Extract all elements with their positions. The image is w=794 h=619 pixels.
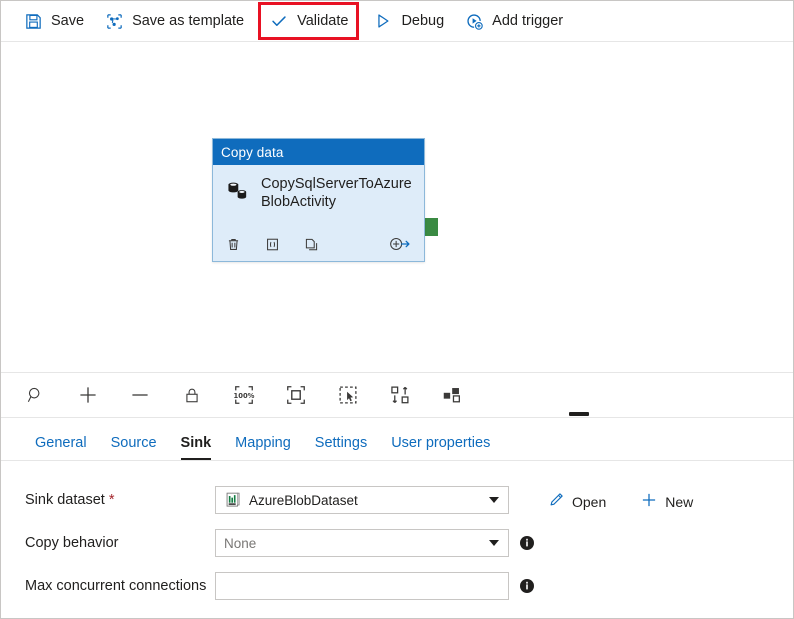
open-dataset-label: Open <box>572 493 607 510</box>
command-toolbar: Save Save as template Validate Debug Add… <box>1 1 793 42</box>
checkmark-icon <box>269 11 289 31</box>
save-as-template-label: Save as template <box>132 13 245 29</box>
pencil-icon <box>547 491 565 512</box>
tab-settings[interactable]: Settings <box>303 435 379 460</box>
zoom-100-icon[interactable]: 100% <box>231 382 257 408</box>
azure-data-factory-pipeline-editor: Save Save as template Validate Debug Add… <box>0 0 794 619</box>
clone-icon[interactable] <box>303 236 320 253</box>
sink-properties-form: Sink dataset * AzureBlobDataset Open New… <box>1 461 793 618</box>
layout-icon[interactable] <box>439 382 465 408</box>
node-body: CopySqlServerToAzureBlobActivity <box>213 165 424 211</box>
sink-dataset-label: Sink dataset * <box>25 486 215 511</box>
max-concurrent-connections-input[interactable] <box>215 572 509 600</box>
debug-button[interactable]: Debug <box>363 1 454 41</box>
sink-dataset-row: Sink dataset * AzureBlobDataset Open New <box>1 486 793 515</box>
plus-icon <box>640 491 658 512</box>
save-button-label: Save <box>51 13 85 29</box>
node-header-label: Copy data <box>221 144 284 160</box>
database-copy-icon <box>225 178 251 211</box>
select-region-icon[interactable] <box>335 382 361 408</box>
save-as-template-icon <box>104 11 124 31</box>
sink-dataset-select[interactable]: AzureBlobDataset <box>215 486 509 514</box>
validate-button-label: Validate <box>297 13 349 29</box>
activity-properties-tabs: General Source Sink Mapping Settings Use… <box>1 418 793 461</box>
panel-resize-handle[interactable] <box>569 412 589 416</box>
sink-dataset-label-text: Sink dataset <box>25 492 105 508</box>
chevron-down-icon <box>489 540 499 546</box>
chevron-down-icon <box>489 497 499 503</box>
save-icon <box>23 11 43 31</box>
add-output-icon[interactable] <box>388 235 412 253</box>
canvas-toolstrip: 100% <box>1 373 793 418</box>
delete-icon[interactable] <box>225 236 242 253</box>
add-trigger-button[interactable]: Add trigger <box>454 1 573 41</box>
lock-icon[interactable] <box>179 382 205 408</box>
node-output-connector[interactable] <box>425 218 438 236</box>
auto-align-icon[interactable] <box>387 382 413 408</box>
tab-sink[interactable]: Sink <box>169 435 224 460</box>
copy-data-activity-node[interactable]: Copy data CopySqlServerToAzureBlobActivi… <box>212 138 425 262</box>
debug-button-label: Debug <box>401 13 445 29</box>
max-concurrent-connections-row: Max concurrent connections <box>1 572 793 612</box>
tab-mapping[interactable]: Mapping <box>223 435 303 460</box>
play-triangle-icon <box>373 11 393 31</box>
sink-dataset-value: AzureBlobDataset <box>249 492 358 508</box>
tab-general[interactable]: General <box>23 435 99 460</box>
pipeline-canvas[interactable]: Copy data CopySqlServerToAzureBlobActivi… <box>1 42 793 373</box>
max-concurrent-connections-field <box>215 572 509 600</box>
max-concurrent-connections-label: Max concurrent connections <box>25 578 207 594</box>
node-header: Copy data <box>213 139 424 165</box>
save-as-template-button[interactable]: Save as template <box>94 1 254 41</box>
tab-user-properties[interactable]: User properties <box>379 435 502 460</box>
new-dataset-label: New <box>665 493 694 510</box>
save-button[interactable]: Save <box>13 1 94 41</box>
zoom-to-fit-icon[interactable] <box>283 382 309 408</box>
tab-general-label: General <box>35 435 87 451</box>
tab-source-label: Source <box>110 435 157 451</box>
required-marker: * <box>108 492 115 508</box>
copy-behavior-info-icon[interactable] <box>519 535 535 551</box>
zoom-out-icon[interactable] <box>127 382 153 408</box>
tab-source[interactable]: Source <box>99 435 169 460</box>
open-dataset-button[interactable]: Open <box>541 488 612 515</box>
copy-behavior-value: None <box>224 535 257 551</box>
copy-behavior-field: None <box>215 529 509 557</box>
csv-dataset-icon <box>224 491 242 509</box>
sink-dataset-field: AzureBlobDataset <box>215 486 509 514</box>
node-title: CopySqlServerToAzureBlobActivity <box>261 176 412 211</box>
tab-user-properties-label: User properties <box>391 435 491 451</box>
copy-behavior-label: Copy behavior <box>25 535 119 551</box>
zoom-in-icon[interactable] <box>75 382 101 408</box>
add-trigger-icon <box>464 11 484 31</box>
new-dataset-button[interactable]: New <box>634 488 699 515</box>
add-trigger-label: Add trigger <box>492 13 564 29</box>
copy-behavior-select[interactable]: None <box>215 529 509 557</box>
tab-sink-label: Sink <box>180 435 212 451</box>
tab-mapping-label: Mapping <box>235 435 291 451</box>
max-concurrent-connections-info-icon[interactable] <box>519 578 535 594</box>
copy-behavior-row: Copy behavior None <box>1 529 793 557</box>
code-icon[interactable] <box>264 236 281 253</box>
svg-text:100%: 100% <box>234 392 255 400</box>
zoom-icon[interactable] <box>23 382 49 408</box>
tab-settings-label: Settings <box>314 435 368 451</box>
node-action-bar <box>213 227 424 261</box>
validate-button[interactable]: Validate <box>258 2 360 40</box>
